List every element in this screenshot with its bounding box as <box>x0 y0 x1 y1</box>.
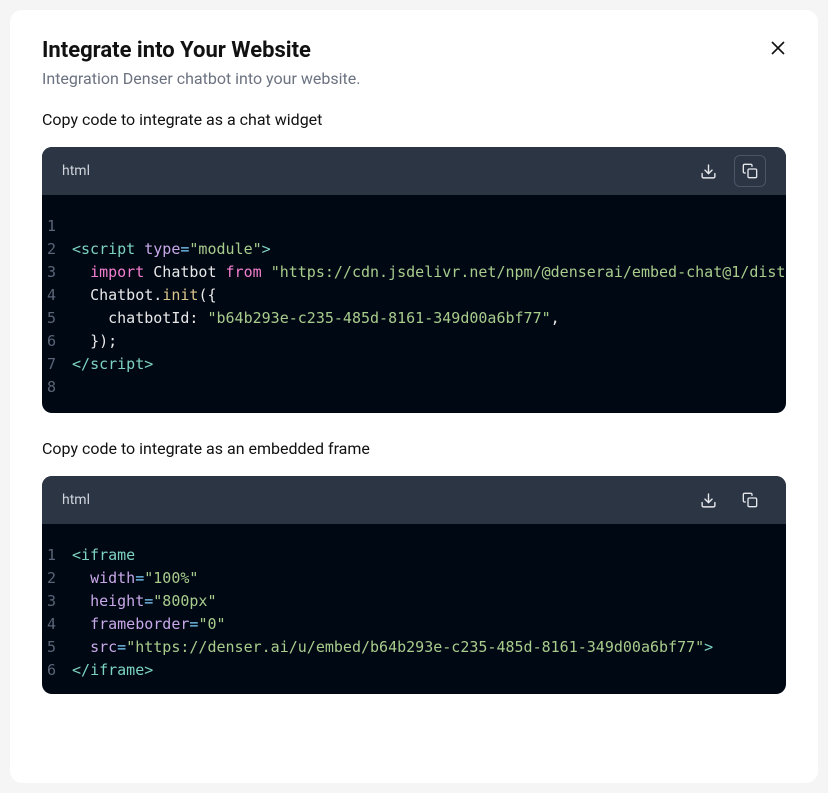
code-line: 4 frameborder="0" <box>42 613 786 636</box>
line-number: 1 <box>42 215 72 238</box>
close-button[interactable] <box>766 36 790 60</box>
code-line: 8 <box>42 376 786 399</box>
line-number: 2 <box>42 238 72 261</box>
code-body[interactable]: 1<iframe 2 width="100%" 3 height="800px"… <box>42 524 786 694</box>
section-label-frame: Copy code to integrate as an embedded fr… <box>42 439 786 458</box>
close-icon <box>770 40 786 56</box>
download-icon <box>700 492 717 509</box>
code-line: 6</iframe> <box>42 659 786 682</box>
code-header: html <box>42 476 786 524</box>
line-number: 3 <box>42 590 72 613</box>
line-number: 4 <box>42 284 72 307</box>
code-line: 7</script> <box>42 353 786 376</box>
code-block-widget: html 1 2<script type="module"> 3 import … <box>42 147 786 413</box>
code-block-frame: html 1<iframe 2 width="100%" 3 height="8… <box>42 476 786 694</box>
line-number: 1 <box>42 544 72 567</box>
code-line: 3 height="800px" <box>42 590 786 613</box>
line-number: 6 <box>42 659 72 682</box>
language-label: html <box>62 492 90 508</box>
integrate-modal: Integrate into Your Website Integration … <box>10 10 818 783</box>
copy-button[interactable] <box>734 155 766 187</box>
code-line: 1<iframe <box>42 544 786 567</box>
section-label-widget: Copy code to integrate as a chat widget <box>42 110 786 129</box>
download-button[interactable] <box>692 155 724 187</box>
modal-subtitle: Integration Denser chatbot into your web… <box>42 69 786 88</box>
code-actions <box>692 484 766 516</box>
line-number: 5 <box>42 307 72 330</box>
code-body[interactable]: 1 2<script type="module"> 3 import Chatb… <box>42 195 786 413</box>
download-button[interactable] <box>692 484 724 516</box>
code-line: 5 chatbotId: "b64b293e-c235-485d-8161-34… <box>42 307 786 330</box>
code-line: 4 Chatbot.init({ <box>42 284 786 307</box>
line-number: 6 <box>42 330 72 353</box>
code-actions <box>692 155 766 187</box>
code-line: 3 import Chatbot from "https://cdn.jsdel… <box>42 261 786 284</box>
line-number: 5 <box>42 636 72 659</box>
code-line: 2 width="100%" <box>42 567 786 590</box>
language-label: html <box>62 163 90 179</box>
line-number: 2 <box>42 567 72 590</box>
code-line: 2<script type="module"> <box>42 238 786 261</box>
copy-icon <box>742 492 758 508</box>
modal-title: Integrate into Your Website <box>42 38 786 63</box>
code-header: html <box>42 147 786 195</box>
download-icon <box>700 163 717 180</box>
line-number: 8 <box>42 376 72 399</box>
line-number: 4 <box>42 613 72 636</box>
code-line: 1 <box>42 215 786 238</box>
copy-button[interactable] <box>734 484 766 516</box>
code-line: 5 src="https://denser.ai/u/embed/b64b293… <box>42 636 786 659</box>
line-number: 3 <box>42 261 72 284</box>
code-line: 6 }); <box>42 330 786 353</box>
copy-icon <box>742 163 758 179</box>
line-number: 7 <box>42 353 72 376</box>
